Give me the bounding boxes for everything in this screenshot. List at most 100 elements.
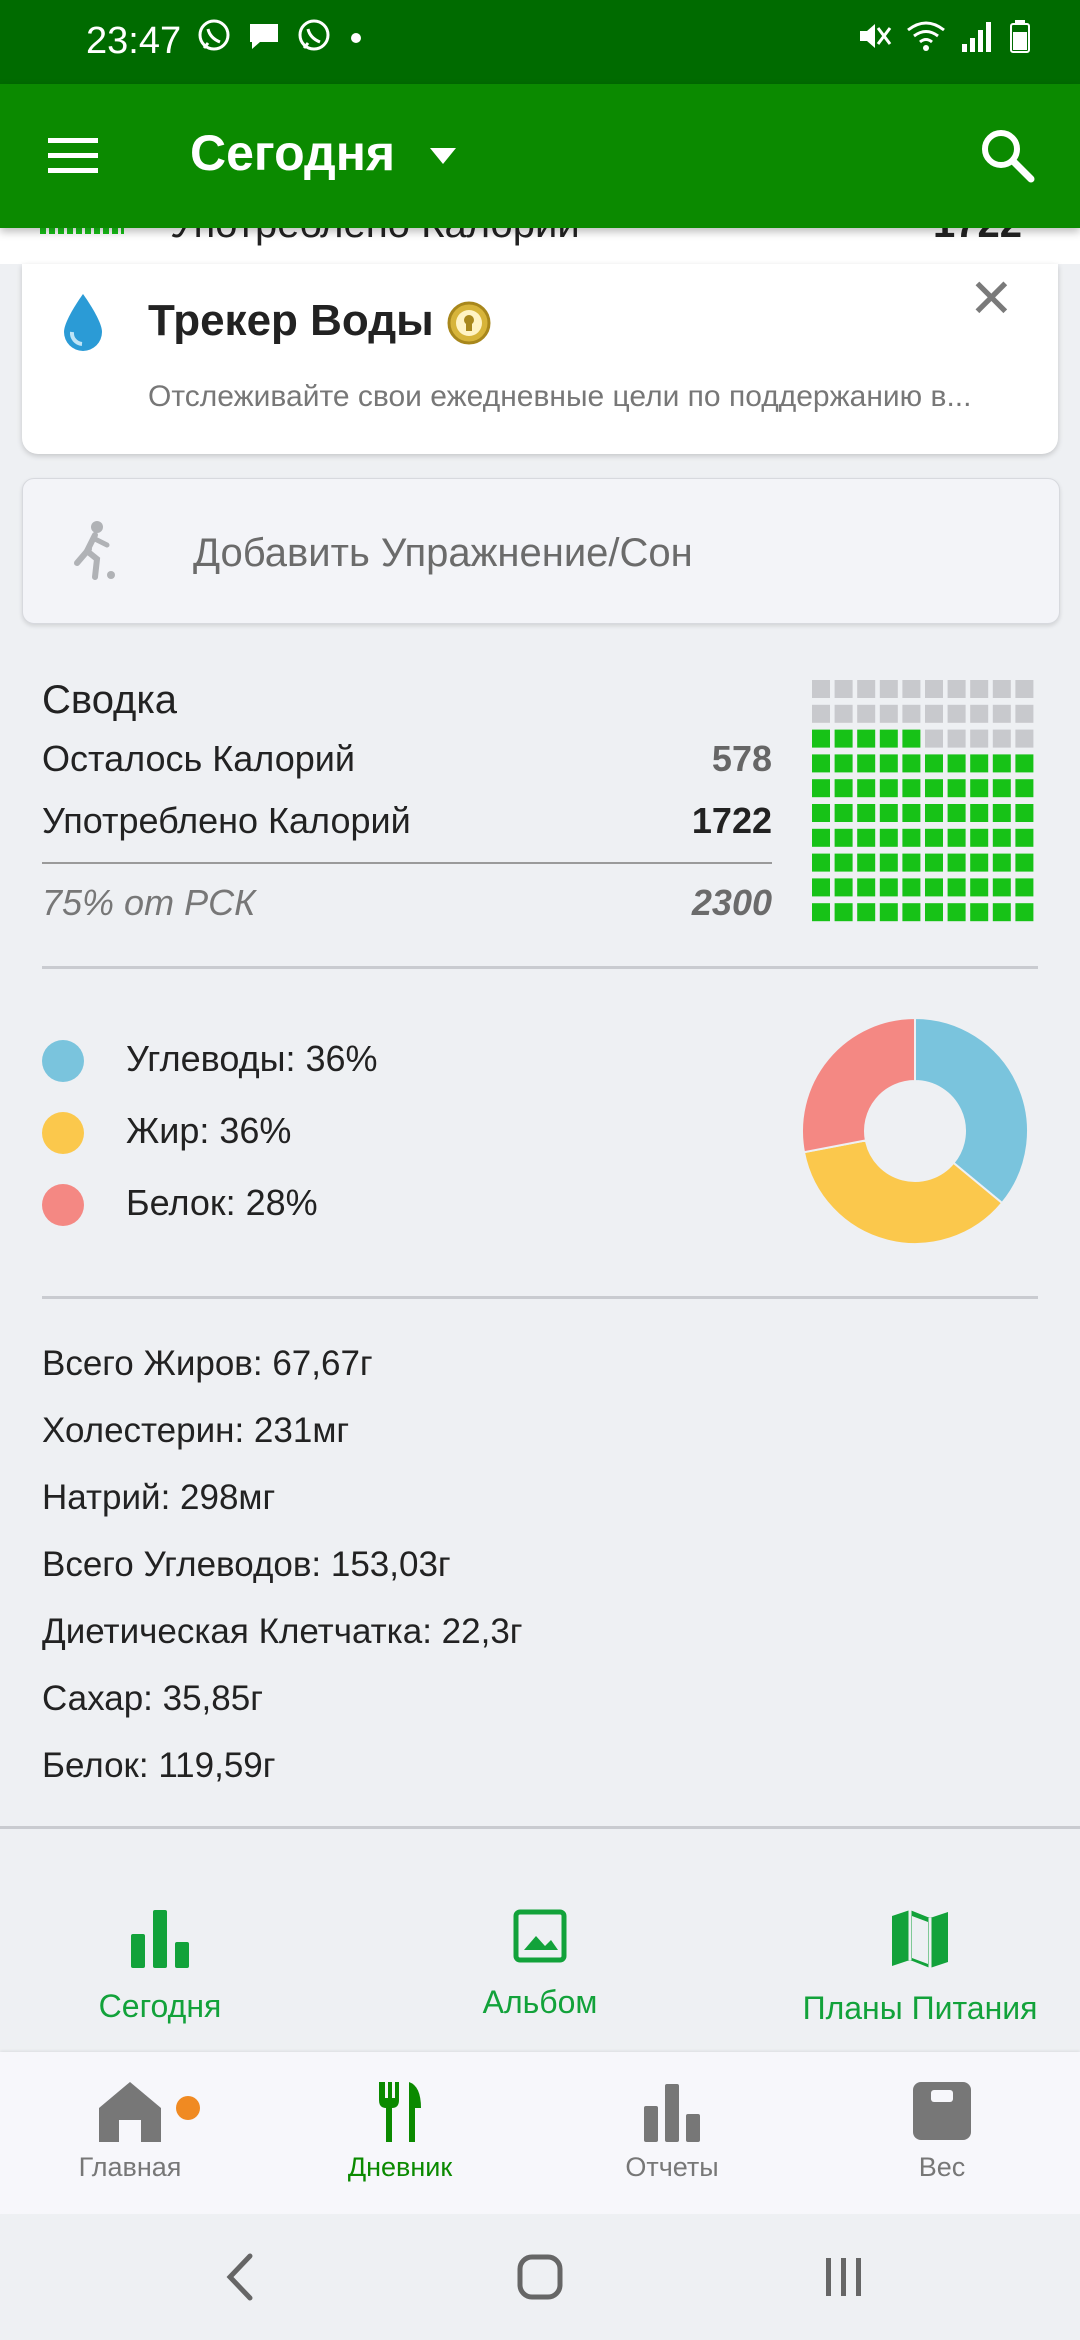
calorie-grid-cell [812, 704, 830, 723]
nav-weight[interactable]: Вес [832, 2080, 1052, 2183]
bar-chart-icon [131, 1910, 189, 1968]
calorie-grid-cell [812, 680, 830, 698]
home-button-icon[interactable] [516, 2250, 564, 2304]
viber-icon [198, 19, 230, 51]
calorie-grid-cell [812, 729, 830, 748]
search-icon[interactable] [978, 126, 1036, 184]
calorie-grid-cell [879, 779, 898, 798]
calorie-grid-cell [947, 804, 966, 822]
calorie-grid-cell [1015, 828, 1034, 847]
calorie-grid-cell [834, 729, 853, 748]
map-icon [892, 1910, 948, 1968]
system-status-icons [856, 18, 1032, 54]
shortcut-meal-plans[interactable]: Планы Питания [770, 1908, 1070, 2028]
calorie-grid-cell [970, 828, 989, 847]
calorie-grid-cell [947, 779, 966, 798]
water-tracker-card[interactable]: Трекер Воды ✕ Отслеживайте свои ежедневн… [22, 264, 1058, 454]
nav-home-label: Главная [78, 2152, 182, 2182]
image-icon [513, 1909, 567, 1963]
calorie-grid-cell [992, 804, 1011, 822]
close-icon[interactable]: ✕ [969, 272, 1014, 326]
add-exercise-button[interactable]: Добавить Упражнение/Сон [22, 478, 1060, 624]
calorie-grid-cell [834, 903, 853, 922]
fat-label: Жир: 36% [126, 1110, 292, 1151]
calorie-grid-cell [902, 704, 921, 723]
nav-reports[interactable]: Отчеты [562, 2080, 782, 2183]
calorie-grid-cell [902, 903, 921, 922]
add-exercise-label: Добавить Упражнение/Сон [193, 531, 693, 575]
calorie-grid-cell [812, 878, 830, 897]
rsk-value: 2300 [691, 882, 772, 923]
calorie-grid-cell [1015, 729, 1034, 748]
water-tracker-description: Отслеживайте свои ежедневные цели по под… [148, 380, 972, 413]
nutrient-total-fat: Всего Жиров: 67,67г [42, 1344, 373, 1383]
calorie-grid-cell [902, 804, 921, 822]
calorie-grid-cell [970, 779, 989, 798]
calorie-grid-cell [812, 828, 830, 847]
nutrient-fiber: Диетическая Клетчатка: 22,3г [42, 1612, 523, 1651]
carbs-dot [42, 1040, 84, 1082]
calorie-grid-cell [970, 853, 989, 872]
calorie-grid-cell [857, 828, 876, 847]
caret-down-icon[interactable] [428, 146, 458, 166]
calorie-grid-cell [970, 704, 989, 723]
calorie-progress-grid [812, 680, 1034, 922]
system-navigation [0, 2214, 1080, 2340]
premium-lock-icon [447, 301, 491, 345]
status-bar: 23:47 [0, 0, 1080, 84]
nav-diary[interactable]: Дневник [290, 2080, 510, 2183]
calorie-grid-cell [879, 828, 898, 847]
donut-slice-carbs [914, 1016, 1029, 1205]
calorie-grid-cell [902, 779, 921, 798]
calorie-grid-cell [992, 828, 1011, 847]
date-selector[interactable]: Сегодня [190, 124, 395, 182]
shortcut-today-label: Сегодня [98, 1988, 222, 2024]
peek-value: 1722 [933, 228, 1022, 247]
battery-icon [1010, 20, 1030, 53]
home-icon [99, 2082, 161, 2142]
protein-label: Белок: 28% [126, 1182, 318, 1223]
calorie-grid-cell [834, 853, 853, 872]
shortcuts-bar: Сегодня Альбом Планы Питания [0, 1830, 1080, 2052]
recents-icon[interactable] [820, 2250, 868, 2304]
macro-donut-chart [801, 1016, 1029, 1245]
calorie-grid-cell [834, 878, 853, 897]
rsk-row: 75% от РСК 2300 [42, 882, 772, 924]
calorie-grid-cell [857, 853, 876, 872]
calorie-grid-cell [992, 853, 1011, 872]
calorie-grid-cell [992, 878, 1011, 897]
calorie-grid-cell [925, 680, 943, 698]
calorie-grid-cell [879, 754, 898, 773]
calorie-grid-cell [879, 903, 898, 922]
water-drop-icon [64, 294, 102, 351]
section-divider-2 [42, 1296, 1038, 1299]
nav-home[interactable]: Главная [20, 2080, 240, 2183]
calorie-grid-cell [857, 903, 876, 922]
calorie-grid-cell [947, 704, 966, 723]
calorie-grid-cell [947, 729, 966, 748]
back-icon[interactable] [222, 2250, 258, 2304]
calorie-grid-cell [992, 680, 1011, 698]
calorie-grid-cell [879, 680, 898, 698]
menu-icon[interactable] [48, 134, 98, 178]
remaining-calories-value: 578 [711, 738, 772, 779]
calorie-grid-cell [925, 704, 943, 723]
calorie-grid-cell [947, 828, 966, 847]
calorie-grid-cell [902, 878, 921, 897]
calorie-grid-cell [857, 754, 876, 773]
shortcut-album[interactable]: Альбом [390, 1908, 690, 2021]
notification-icons [196, 18, 366, 54]
viber-icon-2 [298, 19, 330, 51]
scale-icon [913, 2082, 971, 2140]
calorie-grid-cell [879, 729, 898, 748]
section-divider-1 [42, 966, 1038, 969]
calorie-grid-cell [857, 878, 876, 897]
consumed-calories-value: 1722 [691, 800, 772, 841]
shortcut-today[interactable]: Сегодня [10, 1908, 310, 2025]
calorie-grid-cell [1015, 804, 1034, 822]
calorie-grid-cell [812, 754, 830, 773]
calorie-grid-cell [857, 779, 876, 798]
calorie-grid-cell [992, 903, 1011, 922]
calorie-grid-cell [992, 754, 1011, 773]
consumed-calories-row: Употреблено Калорий 1722 [42, 800, 772, 842]
